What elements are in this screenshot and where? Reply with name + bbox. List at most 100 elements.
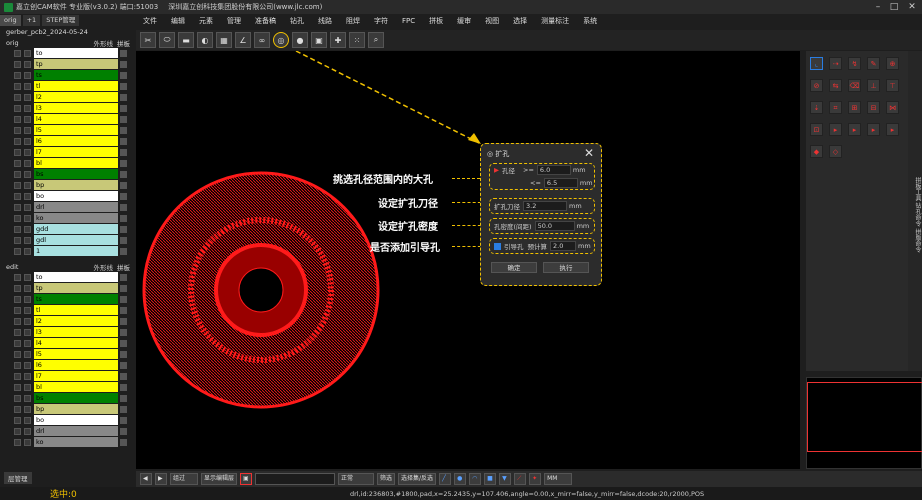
arc-tool-icon[interactable]: ◠ (469, 473, 482, 485)
layer-visible-checkbox[interactable] (14, 329, 21, 336)
layer-select-checkbox[interactable] (24, 127, 31, 134)
layer-select-checkbox[interactable] (24, 285, 31, 292)
tool-icon[interactable]: ↯ (848, 57, 861, 70)
menu-item[interactable]: 管理 (220, 15, 248, 28)
layer-visible-checkbox[interactable] (14, 285, 21, 292)
layer-lock-icon[interactable] (120, 61, 127, 68)
cross-tool-icon[interactable]: ✚ (330, 32, 346, 48)
grid-tool-icon[interactable]: ▦ (216, 32, 232, 48)
layer-row[interactable]: l4 (14, 114, 127, 125)
layer-lock-icon[interactable] (120, 373, 127, 380)
layer-lock-icon[interactable] (120, 351, 127, 358)
layer-row[interactable]: drl (14, 202, 127, 213)
layer-select-checkbox[interactable] (24, 94, 31, 101)
layer-select-checkbox[interactable] (24, 351, 31, 358)
layer-lock-icon[interactable] (120, 340, 127, 347)
layer-select-checkbox[interactable] (24, 50, 31, 57)
min-diameter-input[interactable]: 6.0 (536, 165, 571, 176)
layer-lock-icon[interactable] (120, 127, 127, 134)
expand-hole-icon[interactable]: ◎ (273, 32, 289, 48)
tool-icon[interactable]: ✎ (867, 57, 880, 70)
layer-row[interactable]: l6 (14, 360, 127, 371)
menu-item[interactable]: 测量标注 (534, 15, 576, 28)
layer-row[interactable]: 1 (14, 246, 127, 257)
layer-visible-checkbox[interactable] (14, 61, 21, 68)
select-filter-button[interactable]: 筛选 (377, 473, 396, 485)
layer-lock-icon[interactable] (120, 362, 127, 369)
layer-row[interactable]: l2 (14, 92, 127, 103)
layer-row[interactable]: bs (14, 393, 127, 404)
layer-row[interactable]: gdl (14, 235, 127, 246)
layer-lock-icon[interactable] (120, 193, 127, 200)
next-icon[interactable]: ▶ (155, 473, 167, 485)
measure-icon[interactable]: ⟋ (514, 473, 527, 485)
tool-icon[interactable]: ▸ (886, 123, 899, 136)
layer-lock-icon[interactable] (120, 439, 127, 446)
drill-tool-icon[interactable]: ⬭ (159, 32, 175, 48)
layer-visible-checkbox[interactable] (14, 351, 21, 358)
layer-lock-icon[interactable] (120, 406, 127, 413)
layer-visible-checkbox[interactable] (14, 237, 21, 244)
layer-row[interactable]: bl (14, 158, 127, 169)
layer-select-checkbox[interactable] (24, 307, 31, 314)
layer-row[interactable]: l7 (14, 371, 127, 382)
layer-row[interactable]: bp (14, 404, 127, 415)
layer-select-checkbox[interactable] (24, 83, 31, 90)
layer-lock-icon[interactable] (120, 285, 127, 292)
layer-visible-checkbox[interactable] (14, 138, 21, 145)
layer-lock-icon[interactable] (120, 215, 127, 222)
tool-icon[interactable]: ◆ (810, 145, 823, 158)
layer-select-checkbox[interactable] (24, 439, 31, 446)
layer-lock-icon[interactable] (120, 105, 127, 112)
angle-tool-icon[interactable]: ∠ (235, 32, 251, 48)
tab-step-manager[interactable]: STEP管理 (42, 15, 80, 26)
layer-visible-checkbox[interactable] (14, 182, 21, 189)
cut-tool-icon[interactable]: ✂ (140, 32, 156, 48)
layer-visible-checkbox[interactable] (14, 127, 21, 134)
layer-select-checkbox[interactable] (24, 428, 31, 435)
filter-icon[interactable]: ▼ (499, 473, 512, 485)
menu-item[interactable]: FPC (395, 15, 422, 28)
menu-item[interactable]: 拼板 (422, 15, 450, 28)
unit-select[interactable]: MM (544, 473, 573, 485)
right-side-tabs[interactable]: 拼板工具 钻孔命令 拼版命令 (908, 51, 922, 371)
prev-icon[interactable]: ◀ (140, 473, 152, 485)
layer-lock-icon[interactable] (120, 428, 127, 435)
layer-visible-checkbox[interactable] (14, 149, 21, 156)
guide-hole-checkbox[interactable] (494, 242, 501, 250)
layer-select-checkbox[interactable] (24, 417, 31, 424)
menu-item[interactable]: 准备稿 (248, 15, 283, 28)
layer-select-checkbox[interactable] (24, 329, 31, 336)
close-window-button[interactable]: ✕ (904, 0, 920, 14)
layer-row[interactable]: tp (14, 59, 127, 70)
layer-select-checkbox[interactable] (24, 215, 31, 222)
layer-lock-icon[interactable] (120, 274, 127, 281)
layer-lock-icon[interactable] (120, 138, 127, 145)
layer-select-checkbox[interactable] (24, 105, 31, 112)
layer-lock-icon[interactable] (120, 94, 127, 101)
menu-item[interactable]: 缓审 (450, 15, 478, 28)
filter-select[interactable]: 正常 (338, 473, 375, 485)
maximize-button[interactable]: □ (886, 0, 902, 14)
layer-visible-checkbox[interactable] (14, 226, 21, 233)
menu-item[interactable]: 钻孔 (283, 15, 311, 28)
layer-row[interactable]: l2 (14, 316, 127, 327)
layer-select-checkbox[interactable] (24, 116, 31, 123)
line-tool-icon[interactable]: ╱ (439, 473, 452, 485)
tool-icon[interactable]: ⊤ (886, 79, 899, 92)
layer-row[interactable]: ts (14, 70, 127, 81)
layer-row[interactable]: bo (14, 191, 127, 202)
layer-visible-checkbox[interactable] (14, 50, 21, 57)
tool-icon[interactable]: ⌞ (810, 57, 823, 70)
drawing-canvas[interactable] (136, 50, 800, 469)
layer-visible-checkbox[interactable] (14, 94, 21, 101)
layer-row[interactable]: l3 (14, 103, 127, 114)
layer-visible-checkbox[interactable] (14, 384, 21, 391)
layer-visible-checkbox[interactable] (14, 296, 21, 303)
layer-row[interactable]: l3 (14, 327, 127, 338)
layer-lock-icon[interactable] (120, 72, 127, 79)
link-tool-icon[interactable]: ∞ (254, 32, 270, 48)
layer-row[interactable]: l6 (14, 136, 127, 147)
layer-select-checkbox[interactable] (24, 61, 31, 68)
tool-icon[interactable]: ▸ (848, 123, 861, 136)
